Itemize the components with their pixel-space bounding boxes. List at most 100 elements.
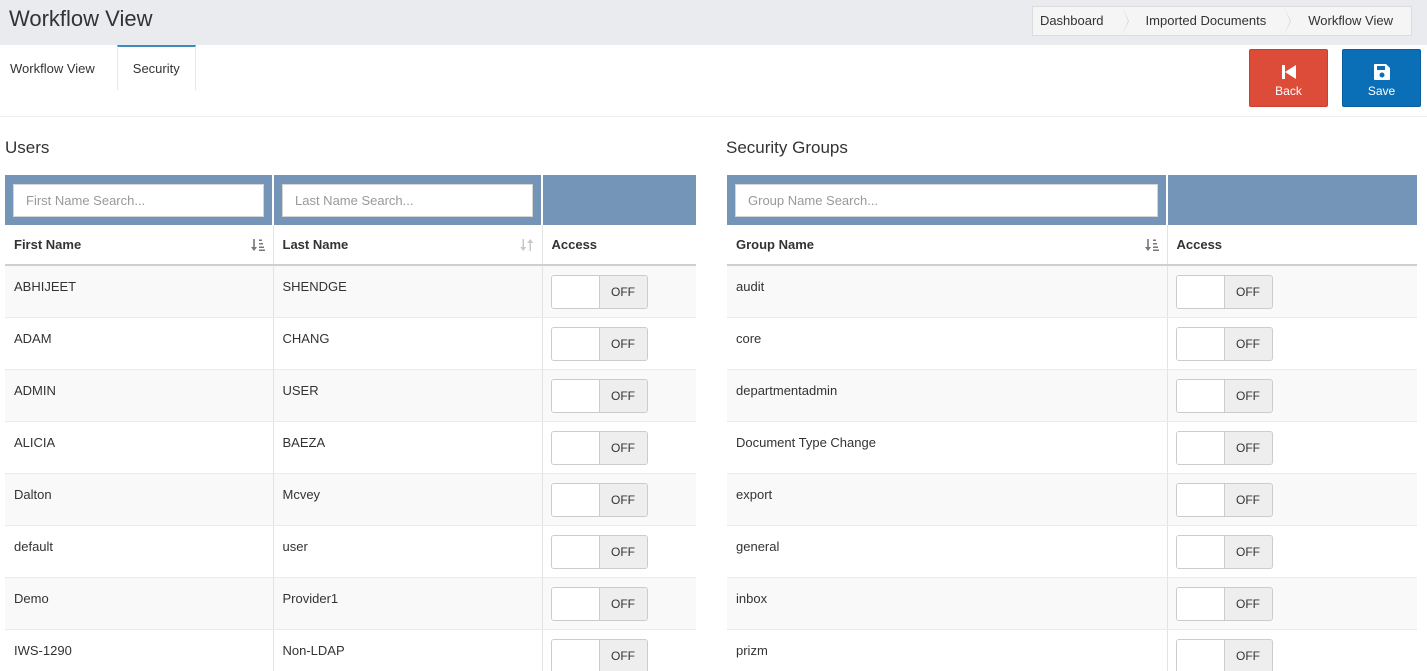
toggle-knob (551, 431, 600, 464)
group-row: departmentadmin OFF (727, 369, 1417, 422)
group-access-cell: OFF (1167, 421, 1417, 474)
toggle-state-label: OFF (1224, 276, 1272, 308)
user-access-cell: OFF (542, 369, 696, 422)
toggle-state-label: OFF (1224, 327, 1272, 360)
toggle-state-label: OFF (1224, 587, 1272, 620)
toggle-knob (551, 639, 600, 671)
toggle-knob (551, 587, 600, 620)
users-filter-row (5, 175, 696, 225)
user-access-cell: OFF (542, 265, 696, 318)
group-access-toggle[interactable]: OFF (1175, 430, 1273, 465)
sort-alpha-asc-icon (1144, 239, 1159, 251)
user-access-cell: OFF (542, 629, 696, 671)
toggle-knob (551, 535, 600, 568)
users-table-body: ABHIJEET SHENDGE OFF ADAM CHANG OFF ADMIN USER O… (5, 265, 696, 671)
user-last-name-cell: SHENDGE (273, 265, 543, 318)
group-access-toggle[interactable]: OFF (1175, 378, 1273, 413)
toggle-knob (551, 327, 600, 360)
access-filter-cell (542, 175, 696, 225)
user-row: ABHIJEET SHENDGE OFF (5, 265, 696, 318)
group-access-cell: OFF (1167, 629, 1417, 671)
user-first-name-cell: Dalton (5, 473, 274, 526)
first-name-filter-cell (5, 175, 274, 225)
user-row: IWS-1290 Non-LDAP OFF (5, 629, 696, 671)
user-last-name-cell: BAEZA (273, 421, 543, 474)
tab-security[interactable]: Security (116, 45, 196, 90)
group-access-toggle[interactable]: OFF (1175, 326, 1273, 361)
first-name-column-header[interactable]: First Name (5, 225, 274, 266)
toggle-state-label: OFF (599, 639, 647, 671)
user-access-toggle[interactable]: OFF (550, 586, 648, 621)
group-name-cell: core (727, 317, 1168, 370)
user-access-toggle[interactable]: OFF (550, 534, 648, 569)
group-name-search-input[interactable] (735, 183, 1158, 217)
group-access-cell: OFF (1167, 369, 1417, 422)
user-first-name-cell: ABHIJEET (5, 265, 274, 318)
toggle-knob (1176, 379, 1225, 412)
group-access-column-label: Access (1176, 237, 1223, 252)
toggle-knob (1176, 431, 1225, 464)
tab-bar: Workflow View Security (0, 45, 196, 90)
toggle-state-label: OFF (1224, 535, 1272, 568)
group-access-toggle[interactable]: OFF (1175, 586, 1273, 621)
user-access-toggle[interactable]: OFF (550, 378, 648, 413)
user-access-toggle[interactable]: OFF (550, 326, 648, 361)
user-last-name-cell: Mcvey (273, 473, 543, 526)
group-name-cell: Document Type Change (727, 421, 1168, 474)
toggle-knob (1176, 639, 1225, 671)
user-row: Demo Provider1 OFF (5, 577, 696, 630)
group-access-toggle[interactable]: OFF (1175, 534, 1273, 569)
user-access-cell: OFF (542, 577, 696, 630)
security-groups-section-title: Security Groups (726, 138, 848, 157)
group-row: prizm OFF (727, 629, 1417, 671)
user-access-toggle[interactable]: OFF (550, 430, 648, 465)
floppy-disk-icon (1373, 64, 1390, 80)
user-access-toggle[interactable]: OFF (550, 275, 648, 309)
tab-workflow-view[interactable]: Workflow View (0, 45, 105, 90)
group-row: general OFF (727, 525, 1417, 578)
group-row: Document Type Change OFF (727, 421, 1417, 474)
back-button[interactable]: Back (1249, 49, 1328, 107)
group-name-cell: prizm (727, 629, 1168, 671)
toggle-state-label: OFF (599, 379, 647, 412)
header-divider (0, 116, 1427, 117)
group-name-column-header[interactable]: Group Name (727, 225, 1168, 266)
user-last-name-cell: CHANG (273, 317, 543, 370)
toggle-state-label: OFF (599, 535, 647, 568)
toggle-knob (551, 379, 600, 412)
page-title: Workflow View (9, 6, 153, 31)
breadcrumb-imported-documents[interactable]: Imported Documents (1121, 7, 1291, 35)
group-access-toggle[interactable]: OFF (1175, 275, 1273, 309)
last-name-search-input[interactable] (282, 183, 533, 217)
group-access-cell: OFF (1167, 473, 1417, 526)
group-access-toggle[interactable]: OFF (1175, 482, 1273, 517)
group-name-cell: audit (727, 265, 1168, 318)
user-access-toggle[interactable]: OFF (550, 638, 648, 671)
group-access-column-header: Access (1167, 225, 1417, 266)
group-name-cell: general (727, 525, 1168, 578)
toggle-knob (1176, 535, 1225, 568)
breadcrumb-workflow-view: Workflow View (1284, 7, 1411, 35)
first-name-column-label: First Name (14, 237, 82, 252)
user-first-name-cell: ADAM (5, 317, 274, 370)
breadcrumb-dashboard[interactable]: Dashboard (1032, 7, 1129, 35)
group-access-cell: OFF (1167, 525, 1417, 578)
user-access-cell: OFF (542, 317, 696, 370)
group-access-toggle[interactable]: OFF (1175, 638, 1273, 671)
last-name-column-header[interactable]: Last Name (273, 225, 543, 266)
groups-header-row: Group Name Access (727, 225, 1417, 266)
security-groups-table: Group Name Access auditOFFcoreOFFdepartm… (727, 175, 1417, 671)
toggle-state-label: OFF (599, 327, 647, 360)
group-name-filter-cell (727, 175, 1168, 225)
user-access-toggle[interactable]: OFF (550, 482, 648, 517)
first-name-search-input[interactable] (13, 183, 264, 217)
user-last-name-cell: user (273, 525, 543, 578)
skip-back-icon (1281, 65, 1296, 79)
toggle-state-label: OFF (1224, 639, 1272, 671)
toggle-knob (1176, 276, 1225, 308)
breadcrumb: Dashboard Imported Documents Workflow Vi… (1031, 6, 1412, 36)
save-button[interactable]: Save (1342, 49, 1421, 107)
group-row: core OFF (727, 317, 1417, 370)
user-first-name-cell: IWS-1290 (5, 629, 274, 671)
user-first-name-cell: default (5, 525, 274, 578)
